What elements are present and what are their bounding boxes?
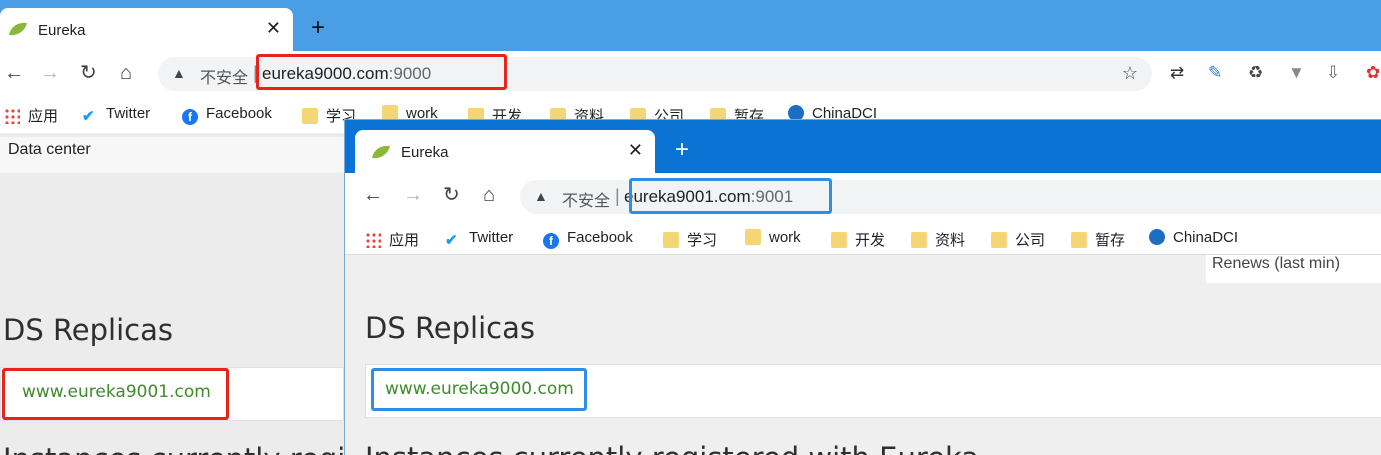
highlight-box-url — [256, 54, 507, 90]
highlight-box-replica — [2, 368, 229, 420]
divider: | — [615, 186, 620, 206]
bookmark-apps[interactable]: 应用 — [4, 105, 58, 126]
twitter-icon: ✔ — [82, 108, 95, 125]
folder-icon — [911, 232, 927, 248]
bookmark-facebook[interactable]: f Facebook — [543, 229, 633, 249]
folder-icon — [1071, 232, 1087, 248]
toolbar: ← → ↻ ⌂ ▲ 不安全 | eureka9001.com:9001 — [345, 173, 1381, 221]
highlight-box-url — [629, 178, 832, 214]
twitter-icon: ✔ — [445, 232, 458, 249]
tab-title: Eureka — [401, 144, 449, 161]
bookmark-folder-docs[interactable]: 资料 — [911, 229, 965, 250]
extension-icon[interactable]: ✿ — [1366, 64, 1380, 82]
new-tab-button[interactable]: + — [311, 16, 325, 40]
folder-icon — [302, 108, 318, 124]
spring-leaf-icon — [372, 145, 390, 159]
data-center-cell: Data center — [0, 137, 344, 173]
bookmark-twitter[interactable]: ✔ Twitter — [82, 105, 151, 125]
bookmark-apps[interactable]: 应用 — [365, 229, 419, 250]
bookmarks-bar: 应用 ✔ Twitter f Facebook 学习 work 开发 资料 公司 暂… — [345, 221, 1381, 255]
ds-replicas-title: DS Replicas — [365, 311, 535, 345]
spring-leaf-icon — [9, 22, 27, 36]
bookmark-chinadci[interactable]: ChinaDCI — [1149, 229, 1238, 246]
highlight-box-replica — [371, 368, 587, 411]
bookmark-label: 公司 — [1015, 232, 1046, 249]
ds-replicas-title: DS Replicas — [3, 313, 173, 347]
bookmark-folder-dev[interactable]: 开发 — [831, 229, 885, 250]
bookmark-label: ChinaDCI — [1173, 229, 1239, 246]
eyedropper-extension-icon[interactable]: ✎ — [1208, 64, 1222, 82]
home-icon[interactable]: ⌂ — [120, 63, 132, 83]
bookmark-folder-study[interactable]: 学习 — [663, 229, 717, 250]
back-arrow-icon[interactable]: ← — [4, 63, 24, 83]
eureka-page: Renews (last min) DS Replicas www.eureka… — [345, 255, 1381, 455]
bookmark-label: 暂存 — [1095, 232, 1126, 249]
bookmark-label: Twitter — [469, 229, 514, 246]
folder-icon — [991, 232, 1007, 248]
home-icon[interactable]: ⌂ — [483, 185, 495, 205]
renews-cell: Renews (last min) — [1206, 255, 1381, 283]
new-tab-button[interactable]: + — [675, 138, 689, 162]
tab-strip: Eureka ✕ + — [345, 120, 1381, 173]
folder-icon — [831, 232, 847, 248]
bookmark-label: 应用 — [389, 232, 420, 249]
reload-icon[interactable]: ↻ — [443, 185, 460, 205]
bookmark-label: 学习 — [687, 232, 718, 249]
bookmark-label: Facebook — [567, 229, 633, 246]
download-extension-icon[interactable]: ⇩ — [1326, 64, 1340, 82]
warning-icon[interactable]: ▲ — [534, 188, 548, 204]
bookmark-label: work — [769, 229, 801, 246]
bookmark-twitter[interactable]: ✔ Twitter — [445, 229, 514, 249]
forward-arrow-icon[interactable]: → — [403, 185, 423, 205]
bookmark-folder-temp[interactable]: 暂存 — [1071, 229, 1125, 250]
browser-window-eureka9001: Eureka ✕ + ← → ↻ ⌂ ▲ 不安全 | eureka9001.co… — [344, 119, 1381, 455]
bookmark-folder-company[interactable]: 公司 — [991, 229, 1045, 250]
bookmark-label: 开发 — [855, 232, 886, 249]
forward-arrow-icon[interactable]: → — [40, 63, 60, 83]
close-tab-icon[interactable]: ✕ — [628, 141, 643, 159]
bookmark-label: 应用 — [28, 108, 59, 125]
warning-icon[interactable]: ▲ — [172, 65, 186, 81]
folder-icon — [745, 229, 761, 245]
bookmark-facebook[interactable]: f Facebook — [182, 105, 272, 125]
apps-icon — [365, 232, 381, 248]
security-label[interactable]: 不安全 — [200, 64, 248, 88]
chinadci-icon — [1149, 229, 1165, 245]
bookmark-label: Facebook — [206, 105, 272, 122]
tab-title: Eureka — [38, 22, 86, 39]
toolbar: ← → ↻ ⌂ ▲ 不安全 | eureka9000.com:9000 ☆ ⇄ … — [0, 51, 1381, 97]
apps-icon — [4, 108, 20, 124]
recycle-extension-icon[interactable]: ♻ — [1248, 64, 1263, 82]
back-arrow-icon[interactable]: ← — [363, 185, 383, 205]
bookmark-star-icon[interactable]: ☆ — [1122, 63, 1138, 84]
vee-extension-icon[interactable]: ▼ — [1288, 64, 1305, 82]
security-label[interactable]: 不安全 — [562, 187, 610, 211]
tab-strip: Eureka ✕ + — [0, 0, 1381, 51]
bookmark-folder-work[interactable]: work — [745, 229, 801, 246]
instances-title: Instances currently registered with Eure… — [365, 441, 979, 455]
tab-eureka[interactable]: Eureka ✕ — [0, 8, 293, 51]
facebook-icon: f — [182, 109, 198, 125]
folder-icon — [663, 232, 679, 248]
bookmark-label: 资料 — [935, 232, 966, 249]
reload-icon[interactable]: ↻ — [80, 63, 97, 83]
facebook-icon: f — [543, 233, 559, 249]
bookmark-label: Twitter — [106, 105, 151, 122]
close-tab-icon[interactable]: ✕ — [266, 19, 281, 37]
translate-extension-icon[interactable]: ⇄ — [1170, 64, 1184, 82]
tab-eureka[interactable]: Eureka ✕ — [355, 130, 655, 173]
